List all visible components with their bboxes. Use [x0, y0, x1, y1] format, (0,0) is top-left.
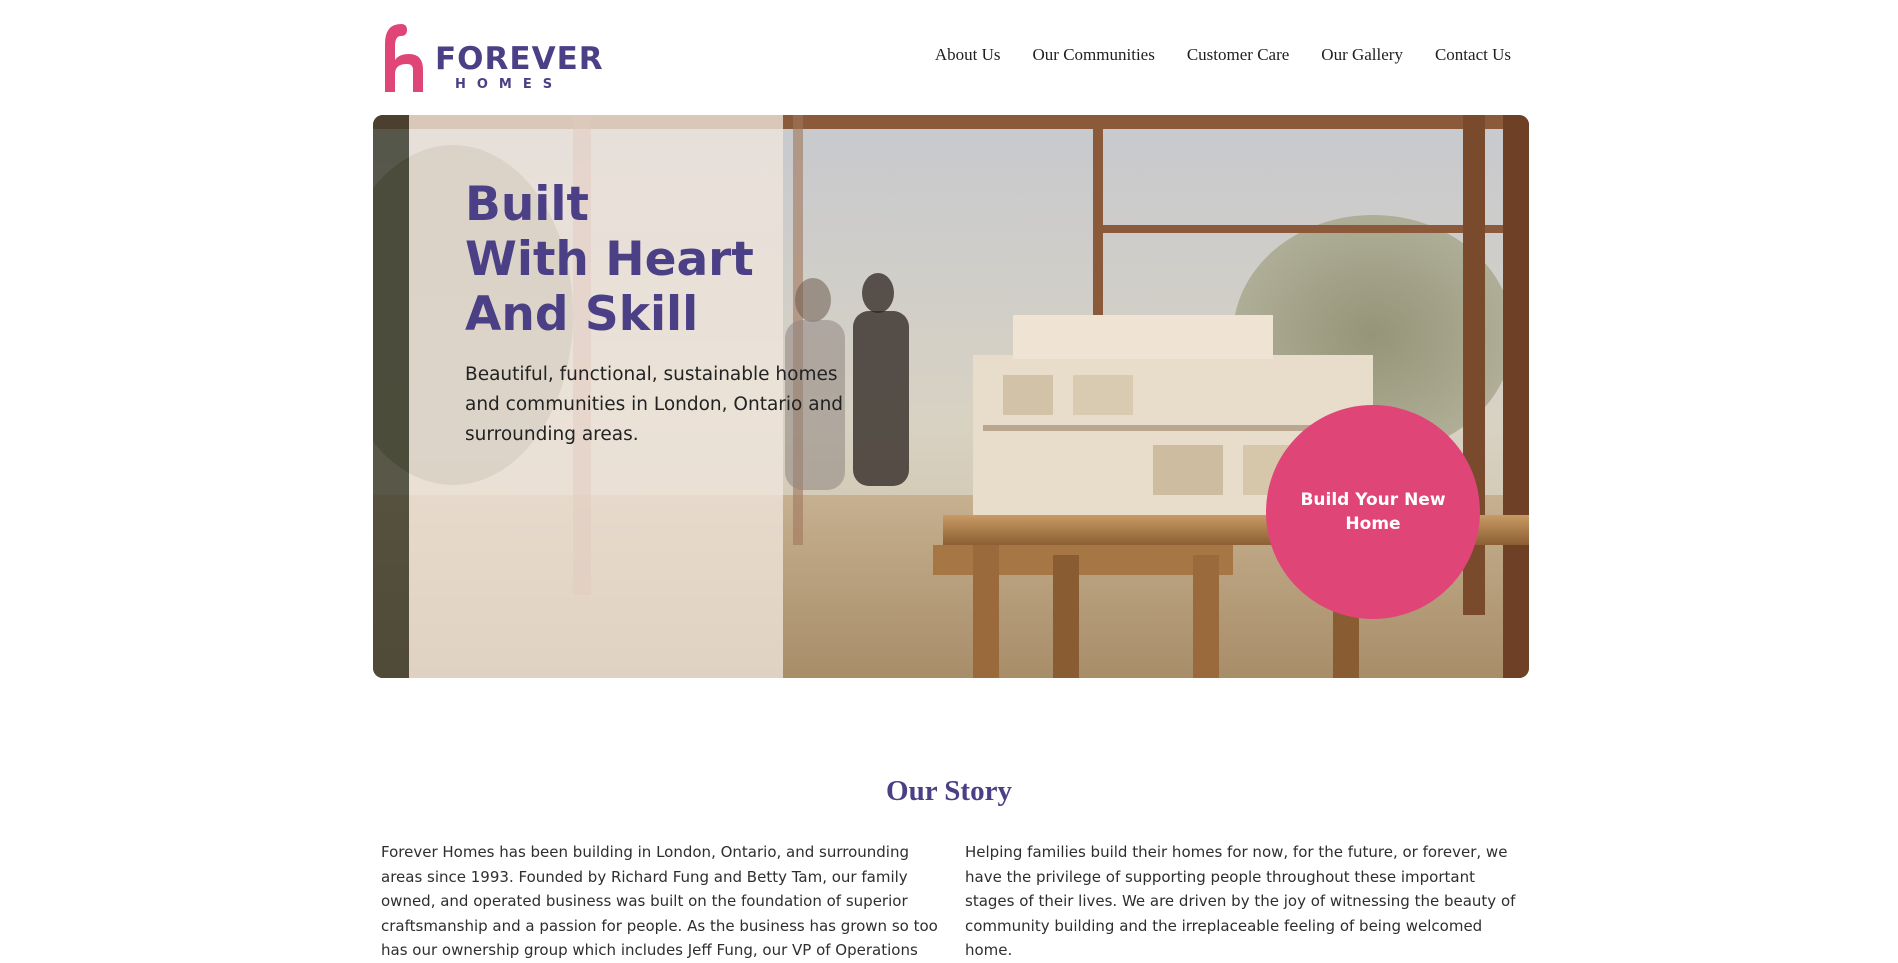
nav-our-communities[interactable]: Our Communities — [1033, 45, 1155, 65]
hero-title-line-3: And Skill — [465, 287, 699, 342]
nav-our-gallery[interactable]: Our Gallery — [1321, 45, 1403, 65]
hero-title-line-1: Built — [465, 177, 589, 232]
story-text-right: Helping families build their homes for n… — [965, 843, 1516, 959]
hero-title: Built With Heart And Skill — [465, 177, 885, 342]
logo-subtitle: HOMES — [455, 77, 564, 92]
site-header: FOREVER HOMES About Us Our Communities C… — [0, 0, 1898, 115]
hero-subtitle: Beautiful, functional, sustainable homes… — [465, 364, 844, 445]
logo-h-icon — [385, 24, 423, 92]
build-your-new-home-button[interactable]: Build Your New Home — [1266, 405, 1480, 619]
story-text-left: Forever Homes has been building in Londo… — [381, 843, 938, 959]
nav-customer-care[interactable]: Customer Care — [1187, 45, 1289, 65]
nav-about-us[interactable]: About Us — [935, 45, 1001, 65]
logo[interactable]: FOREVER HOMES — [381, 22, 604, 94]
logo-wordmark: FOREVER — [435, 41, 604, 77]
hero-banner: Built With Heart And Skill Beautiful, fu… — [373, 115, 1529, 678]
nav-contact-us[interactable]: Contact Us — [1435, 45, 1511, 65]
our-story-heading: Our Story — [886, 775, 1012, 807]
page: FOREVER HOMES About Us Our Communities C… — [0, 0, 1898, 963]
hero-text: Built With Heart And Skill Beautiful, fu… — [465, 177, 885, 450]
main-nav: About Us Our Communities Customer Care O… — [935, 45, 1511, 65]
hero-title-line-2: With Heart — [465, 232, 754, 287]
